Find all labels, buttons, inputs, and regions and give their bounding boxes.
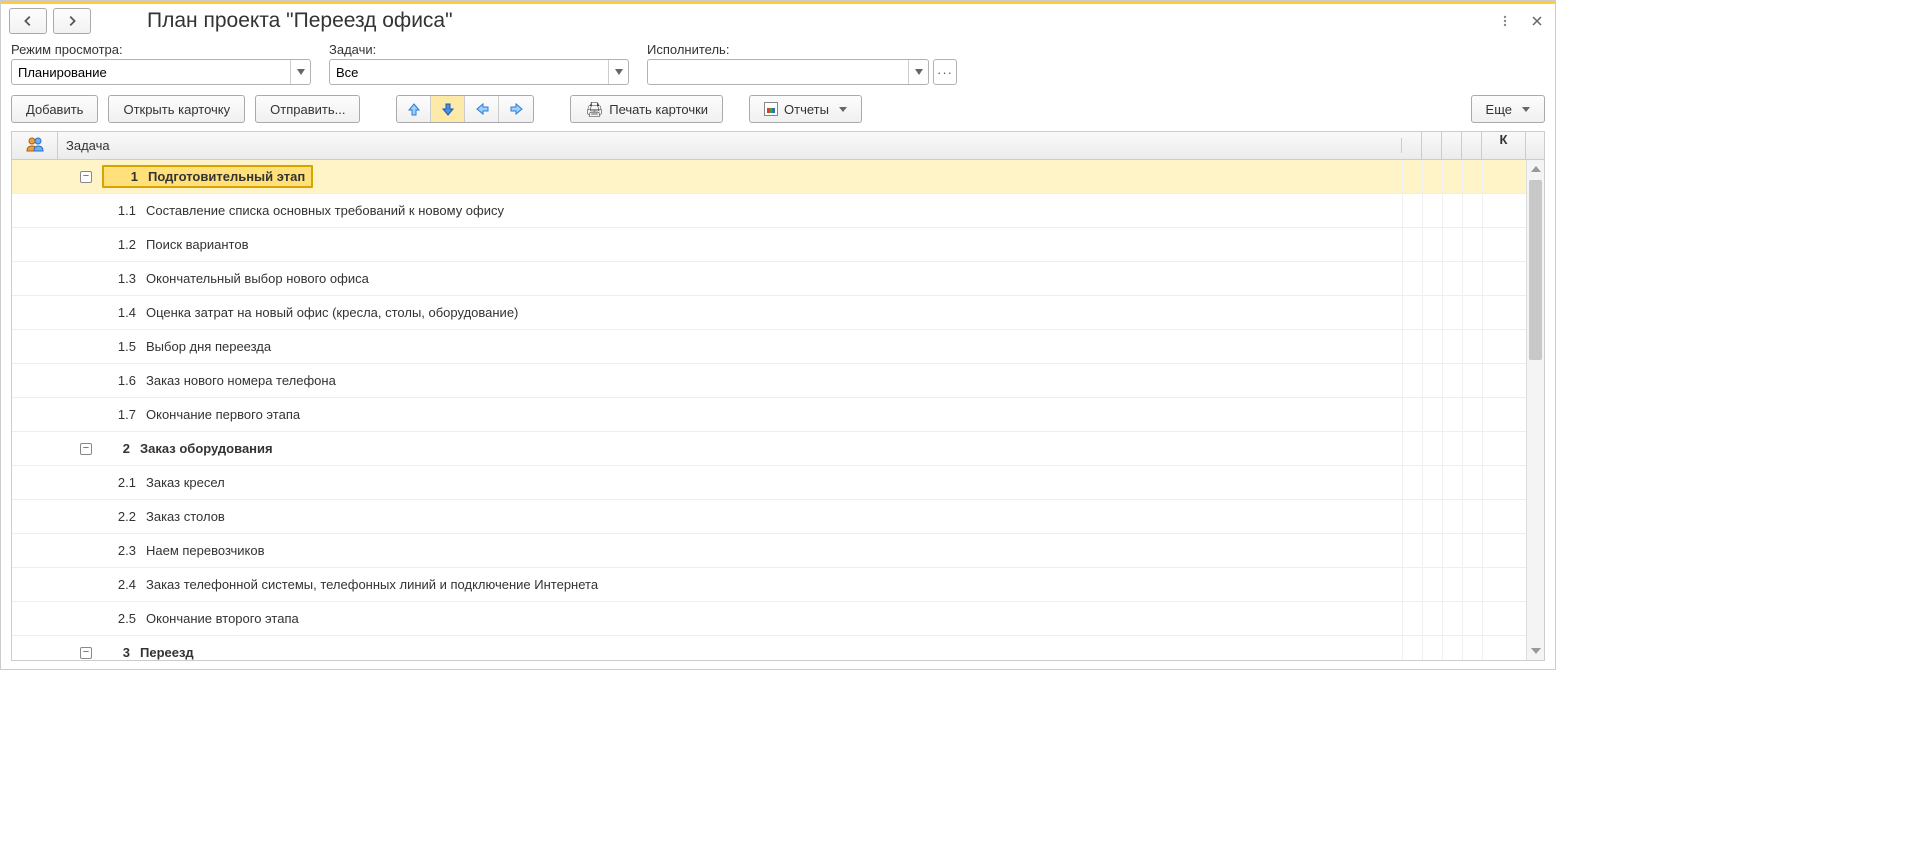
people-icon — [26, 135, 44, 156]
chart-icon — [764, 102, 778, 116]
task-number: 2.1 — [108, 475, 136, 490]
page-title: План проекта "Переезд офиса" — [147, 9, 453, 33]
status-col-1[interactable] — [1402, 132, 1422, 160]
view-mode-select[interactable] — [11, 59, 311, 85]
assignee-input[interactable] — [648, 60, 908, 84]
task-number: 2.3 — [108, 543, 136, 558]
task-number: 1.7 — [108, 407, 136, 422]
more-button[interactable]: Еще — [1471, 95, 1545, 123]
assignees-column-header[interactable] — [12, 132, 58, 159]
table-row[interactable]: 2.1 Заказ кресел — [12, 466, 1544, 500]
task-number: 1.6 — [108, 373, 136, 388]
task-text: Выбор дня переезда — [146, 339, 271, 354]
table-row[interactable]: 1.6 Заказ нового номера телефона — [12, 364, 1544, 398]
task-number: 2.5 — [108, 611, 136, 626]
scroll-down-icon[interactable] — [1527, 642, 1544, 660]
task-text: Заказ оборудования — [140, 441, 273, 456]
tasks-label: Задачи: — [329, 42, 629, 57]
task-number: 1.1 — [108, 203, 136, 218]
nav-forward-button[interactable] — [53, 8, 91, 34]
table-row[interactable]: 2.2 Заказ столов — [12, 500, 1544, 534]
move-left-button[interactable] — [465, 96, 499, 122]
assignee-browse-button[interactable]: ··· — [933, 59, 957, 85]
table-row[interactable]: 2.3 Наем перевозчиков — [12, 534, 1544, 568]
tasks-input[interactable] — [330, 60, 608, 84]
open-card-button[interactable]: Открыть карточку — [108, 95, 245, 123]
nav-back-button[interactable] — [9, 8, 47, 34]
assignee-dropdown-icon[interactable] — [908, 60, 928, 84]
task-number: 3 — [102, 645, 130, 660]
tasks-select[interactable] — [329, 59, 629, 85]
table-row[interactable]: 1.3 Окончательный выбор нового офиса — [12, 262, 1544, 296]
task-text: Заказ нового номера телефона — [146, 373, 336, 388]
printer-icon — [585, 101, 603, 118]
task-text: Окончательный выбор нового офиса — [146, 271, 369, 286]
status-col-3[interactable] — [1442, 132, 1462, 160]
move-up-button[interactable] — [397, 96, 431, 122]
view-mode-label: Режим просмотра: — [11, 42, 311, 57]
table-row[interactable]: −2 Заказ оборудования — [12, 432, 1544, 466]
table-row[interactable]: 1.4 Оценка затрат на новый офис (кресла, … — [12, 296, 1544, 330]
task-text: Наем перевозчиков — [146, 543, 265, 558]
task-number: 2.2 — [108, 509, 136, 524]
task-text: Оценка затрат на новый офис (кресла, сто… — [146, 305, 518, 320]
assignee-label: Исполнитель: — [647, 42, 957, 57]
expand-toggle[interactable]: − — [80, 647, 92, 659]
task-number: 1 — [110, 169, 138, 184]
add-button[interactable]: Добавить — [11, 95, 98, 123]
menu-dots-icon[interactable] — [1495, 11, 1515, 31]
table-row[interactable]: − 1 Подготовительный этап — [12, 160, 1544, 194]
task-text: Подготовительный этап — [148, 169, 305, 184]
expand-toggle[interactable]: − — [80, 443, 92, 455]
table-row[interactable]: 2.5 Окончание второго этапа — [12, 602, 1544, 636]
k-column-header[interactable]: К — [1482, 132, 1526, 160]
task-number: 2 — [102, 441, 130, 456]
move-down-button[interactable] — [431, 96, 465, 122]
status-col-2[interactable] — [1422, 132, 1442, 160]
task-text: Окончание второго этапа — [146, 611, 299, 626]
tasks-dropdown-icon[interactable] — [608, 60, 628, 84]
task-text: Заказ столов — [146, 509, 225, 524]
task-text: Заказ телефонной системы, телефонных лин… — [146, 577, 598, 592]
table-row[interactable]: −3 Переезд — [12, 636, 1544, 660]
print-card-button[interactable]: Печать карточки — [570, 95, 723, 123]
task-column-header[interactable]: Задача — [58, 138, 1402, 153]
table-row[interactable]: 2.4 Заказ телефонной системы, телефонных … — [12, 568, 1544, 602]
view-mode-input[interactable] — [12, 60, 290, 84]
task-number: 2.4 — [108, 577, 136, 592]
close-icon[interactable] — [1527, 11, 1547, 31]
table-row[interactable]: 1.5 Выбор дня переезда — [12, 330, 1544, 364]
table-header: Задача К — [12, 132, 1544, 160]
scroll-up-icon[interactable] — [1527, 160, 1544, 178]
task-text: Составление списка основных требований к… — [146, 203, 504, 218]
task-number: 1.3 — [108, 271, 136, 286]
reports-button[interactable]: Отчеты — [749, 95, 862, 123]
move-right-button[interactable] — [499, 96, 533, 122]
scroll-thumb[interactable] — [1529, 180, 1542, 360]
ellipsis-icon: ··· — [937, 65, 953, 80]
expand-toggle[interactable]: − — [80, 171, 92, 183]
task-number: 1.4 — [108, 305, 136, 320]
view-mode-dropdown-icon[interactable] — [290, 60, 310, 84]
assignee-select[interactable] — [647, 59, 929, 85]
task-text: Переезд — [140, 645, 194, 660]
task-text: Окончание первого этапа — [146, 407, 300, 422]
vertical-scrollbar[interactable] — [1526, 160, 1544, 660]
table-row[interactable]: 1.7 Окончание первого этапа — [12, 398, 1544, 432]
task-text: Поиск вариантов — [146, 237, 248, 252]
table-row[interactable]: 1.1 Составление списка основных требовани… — [12, 194, 1544, 228]
task-text: Заказ кресел — [146, 475, 225, 490]
status-col-4[interactable] — [1462, 132, 1482, 160]
task-number: 1.2 — [108, 237, 136, 252]
task-number: 1.5 — [108, 339, 136, 354]
send-button[interactable]: Отправить... — [255, 95, 360, 123]
table-row[interactable]: 1.2 Поиск вариантов — [12, 228, 1544, 262]
